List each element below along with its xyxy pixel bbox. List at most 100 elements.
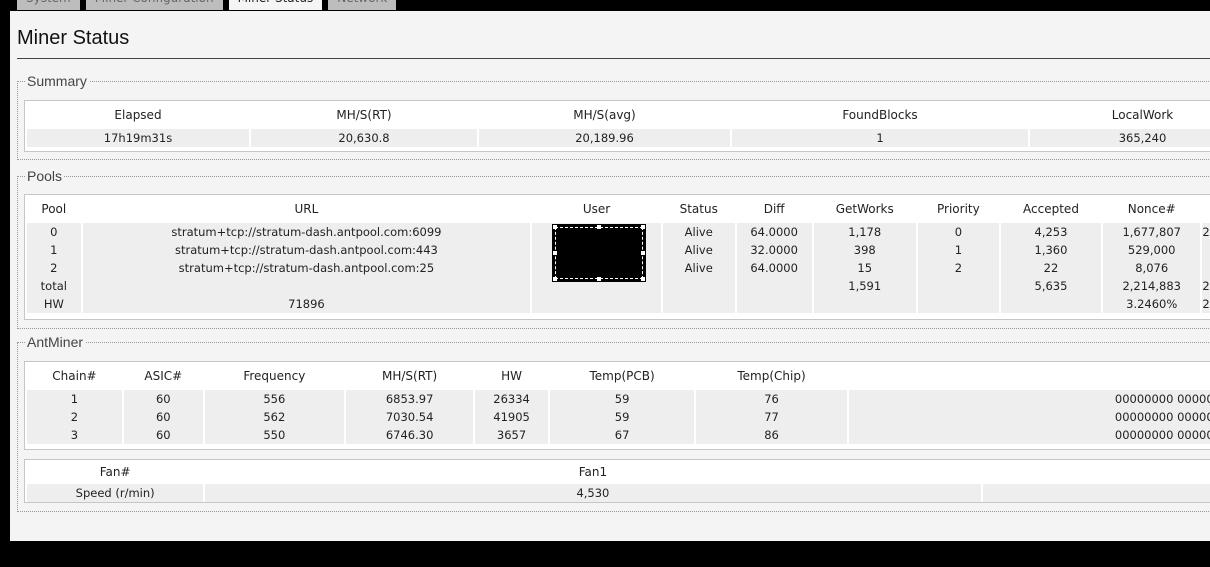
pool-cell: 64.0000	[736, 223, 812, 241]
summary-legend: Summary	[27, 73, 87, 89]
antminer-table-box: Chain# ASIC# Frequency MH/S(RT) HW Temp(…	[24, 361, 1210, 450]
pool-cell: 4,253	[1000, 223, 1102, 241]
pool-cell: 32.0000	[736, 241, 812, 259]
summary-cell: 365,240	[1030, 129, 1210, 147]
pool-cell: 0	[27, 223, 81, 241]
pools-header: URL	[294, 202, 319, 216]
pools-header: Accepted	[1023, 202, 1079, 216]
fan-table: Fan# Fan1 Speed (r/min) 4,530	[25, 460, 1210, 502]
chains-header: ASIC#	[144, 369, 183, 383]
chain-cell: 59	[549, 408, 695, 426]
chains-header: Temp(Chip)	[737, 369, 806, 383]
pool-cell: 64.0000	[736, 259, 812, 277]
fan-speed-row: Speed (r/min) 4,530	[27, 484, 1210, 502]
fan-header	[983, 460, 1210, 484]
pools-header: Status	[679, 202, 718, 216]
pool-status: Alive	[662, 241, 735, 259]
pool-cell	[917, 295, 999, 313]
fan-header: Fan#	[99, 465, 131, 479]
pool-cell: 398	[813, 241, 916, 259]
pools-header: GetWorks	[835, 202, 894, 216]
pool-cell	[1000, 295, 1102, 313]
pools-header: Nonce#	[1127, 202, 1176, 216]
chain-cell: 26334	[475, 390, 548, 408]
fan-header-row: Fan# Fan1	[27, 460, 1210, 484]
chain-cell: 41905	[475, 408, 548, 426]
pool-cell	[82, 277, 531, 295]
pool-cell	[662, 277, 735, 295]
antminer-legend: AntMiner	[27, 334, 84, 350]
pool-cell: 1	[917, 241, 999, 259]
chain-cell: 76	[696, 390, 847, 408]
summary-values-row: 17h19m31s 20,630.8 20,189.96 1 365,240	[27, 129, 1210, 147]
chain-cell: 550	[204, 426, 344, 444]
pool-cell: 1,360	[1000, 241, 1102, 259]
fan-header: Fan1	[578, 465, 608, 479]
chain-cell: 6746.30	[346, 426, 474, 444]
summary-header-row: Elapsed MH/S(RT) MH/S(avg) FoundBlocks L…	[27, 101, 1210, 129]
pool-cell: total	[27, 277, 81, 295]
pool-cell: 2	[27, 259, 81, 277]
chains-table: Chain# ASIC# Frequency MH/S(RT) HW Temp(…	[25, 362, 1210, 444]
pool-cell: 2,214,883	[1103, 277, 1201, 295]
pool-cell: 1,178	[813, 223, 916, 241]
pool-cell: 5,635	[1000, 277, 1102, 295]
tab-system[interactable]: System	[17, 0, 80, 10]
pool-cell: 15	[813, 259, 916, 277]
pools-header: User	[582, 202, 611, 216]
pool-cell: 2	[1202, 295, 1210, 313]
chain-cell: 556	[204, 390, 344, 408]
chains-header: HW	[501, 369, 522, 383]
pool-cell: 3.2460%	[1103, 295, 1201, 313]
summary-cell: 17h19m31s	[27, 129, 249, 147]
pool-url: stratum+tcp://stratum-dash.antpool.com:4…	[82, 241, 531, 259]
pools-header: Pool	[41, 202, 67, 216]
chain-row: 1 60 556 6853.97 26334 59 76 00000000 00…	[27, 390, 1210, 408]
summary-cell: 1	[732, 129, 1028, 147]
fan-table-box: Fan# Fan1 Speed (r/min) 4,530	[24, 459, 1210, 503]
pools-header	[1202, 195, 1210, 223]
pool-cell	[736, 277, 812, 295]
chain-cell: 7030.54	[346, 408, 474, 426]
chain-cell: 2	[27, 408, 122, 426]
pool-cell: 22	[1000, 259, 1102, 277]
fan-speed-value: 4,530	[205, 484, 981, 502]
summary-header: FoundBlocks	[842, 108, 918, 122]
pool-cell: 71896	[82, 295, 531, 313]
chain-cell: 60	[123, 408, 203, 426]
chain-cell: 1	[27, 390, 122, 408]
chains-header-row: Chain# ASIC# Frequency MH/S(RT) HW Temp(…	[27, 362, 1210, 390]
pool-cell	[917, 277, 999, 295]
summary-header: Elapsed	[114, 108, 162, 122]
pool-status: Alive	[662, 223, 735, 241]
tab-bar: System Miner Configuration Miner Status …	[17, 0, 397, 11]
summary-table-box: Elapsed MH/S(RT) MH/S(avg) FoundBlocks L…	[24, 100, 1210, 152]
pool-cell: 1	[27, 241, 81, 259]
fan-cell	[982, 484, 1210, 502]
pools-header: Priority	[937, 202, 980, 216]
tab-network[interactable]: Network	[328, 0, 397, 10]
chains-header: MH/S(RT)	[382, 369, 438, 383]
fan-speed-label: Speed (r/min)	[27, 484, 204, 502]
summary-table: Elapsed MH/S(RT) MH/S(avg) FoundBlocks L…	[25, 101, 1210, 147]
chains-header: Chain#	[52, 369, 97, 383]
pool-cell	[1202, 241, 1210, 259]
chain-row: 2 60 562 7030.54 41905 59 77 00000000 00…	[27, 408, 1210, 426]
pools-hw-row: HW 71896 3.2460% 2	[27, 295, 1210, 313]
pool-url: stratum+tcp://stratum-dash.antpool.com:2…	[82, 259, 531, 277]
chain-cell: 3	[27, 426, 122, 444]
chain-cell: 86	[696, 426, 847, 444]
pool-cell: 2	[1202, 277, 1210, 295]
tab-miner-status[interactable]: Miner Status	[228, 0, 323, 10]
pools-legend: Pools	[27, 168, 63, 184]
chain-cell: 6853.97	[346, 390, 474, 408]
chain-cell: 77	[696, 408, 847, 426]
page-title: Miner Status	[17, 27, 130, 49]
pool-cell	[1202, 259, 1210, 277]
title-divider	[17, 58, 1210, 59]
tab-miner-configuration[interactable]: Miner Configuration	[85, 0, 223, 10]
pools-header: Diff	[763, 202, 785, 216]
chain-cell: 562	[204, 408, 344, 426]
pool-cell	[532, 295, 661, 313]
chain-cell: 60	[123, 426, 203, 444]
